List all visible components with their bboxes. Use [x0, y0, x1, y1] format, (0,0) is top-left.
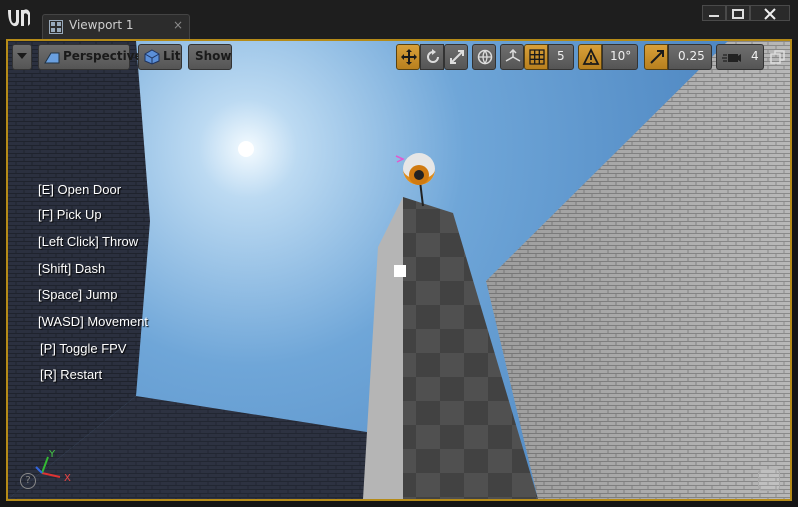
perspective-icon [44, 52, 60, 64]
rotation-snap-toggle[interactable] [578, 44, 602, 70]
lit-cube-icon [144, 49, 160, 65]
perspective-label: Perspective [63, 49, 143, 63]
tab-label: Viewport 1 [69, 18, 134, 32]
lit-label: Lit [163, 49, 181, 63]
scale-snap-icon [650, 50, 664, 64]
hint-restart: [R] Restart [40, 367, 103, 382]
hint-pick-up: [F] Pick Up [38, 207, 102, 222]
minimize-icon [709, 15, 719, 17]
scale-icon [450, 50, 464, 64]
camera-speed-button[interactable]: 4 [716, 44, 764, 70]
grid-snap-toggle[interactable] [524, 44, 548, 70]
angle-icon [582, 48, 600, 65]
grid-icon [529, 49, 545, 65]
minimize-button[interactable] [702, 5, 726, 21]
hint-movement: [WASD] Movement [38, 314, 149, 329]
grid-snap-value: 5 [557, 49, 565, 63]
camera-speed-icon [722, 54, 741, 62]
viewport-options-button[interactable] [12, 44, 32, 70]
axis-y-label: Y [48, 449, 56, 460]
scale-snap-value-dropdown[interactable]: 0.25 [668, 44, 712, 70]
level-viewport[interactable]: Perspective Lit Show 5 10° 0.25 4 [E] Op… [6, 39, 792, 501]
hint-toggle-fpv: [P] Toggle FPV [40, 341, 127, 356]
tab-viewport[interactable]: Viewport 1 × [42, 14, 190, 39]
surface-snap-icon [505, 49, 521, 62]
move-arrows-icon [401, 49, 417, 65]
coordinate-system-button[interactable] [472, 44, 496, 70]
maximize-icon [732, 9, 744, 19]
chevron-down-icon [17, 53, 27, 59]
rotate-mode-button[interactable] [420, 44, 444, 70]
close-icon [764, 8, 776, 20]
translate-mode-button[interactable] [396, 44, 420, 70]
lit-button[interactable]: Lit [138, 44, 182, 70]
rotation-snap-value-dropdown[interactable]: 10° [602, 44, 638, 70]
unreal-logo-icon [8, 9, 30, 27]
hint-jump: [Space] Jump [38, 287, 118, 302]
scale-snap-value: 0.25 [678, 49, 705, 63]
rotation-snap-value: 10° [610, 49, 632, 63]
tab-close-button[interactable]: × [173, 18, 183, 32]
globe-icon [477, 49, 493, 65]
show-button[interactable]: Show [188, 44, 232, 70]
scale-mode-button[interactable] [444, 44, 468, 70]
grid-snap-value-dropdown[interactable]: 5 [548, 44, 574, 70]
maximize-button[interactable] [726, 5, 750, 21]
axis-gizmo: X Y [35, 449, 71, 484]
show-label: Show [195, 49, 232, 63]
rotate-icon [427, 49, 439, 63]
surface-snap-button[interactable] [500, 44, 524, 70]
hint-open-door: [E] Open Door [38, 182, 122, 197]
axis-x-label: X [64, 473, 71, 484]
camera-speed-value: 4 [751, 49, 759, 63]
viewport-corner-toggle[interactable] [758, 469, 780, 491]
restore-viewport-icon [770, 50, 785, 64]
viewport-icon [49, 20, 63, 34]
scale-snap-toggle[interactable] [644, 44, 668, 70]
hint-throw: [Left Click] Throw [38, 234, 139, 249]
scene-render [8, 41, 790, 499]
close-window-button[interactable] [750, 5, 790, 21]
maximize-viewport-button[interactable] [770, 49, 786, 65]
help-button[interactable]: ? [20, 473, 36, 489]
title-bar: Viewport 1 × [0, 0, 798, 40]
hint-dash: [Shift] Dash [38, 261, 106, 276]
perspective-button[interactable]: Perspective [38, 44, 143, 70]
